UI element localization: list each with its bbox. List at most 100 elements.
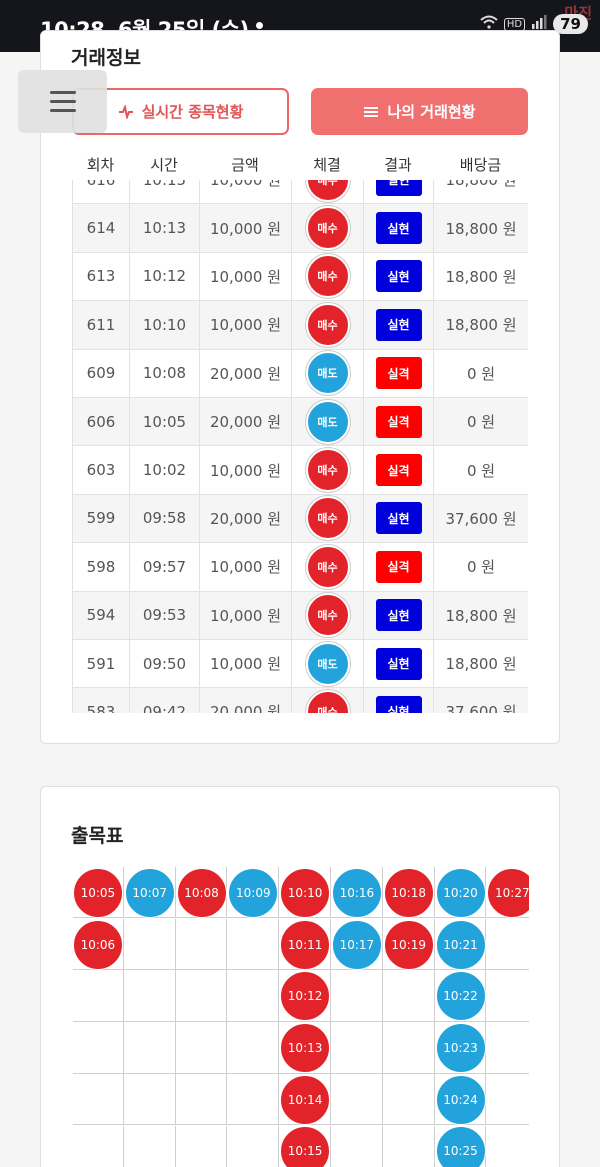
outcome-board-title: 출목표 (71, 825, 124, 847)
result-badge: 실격 (375, 357, 422, 390)
grid-cell (123, 1073, 176, 1126)
trade-info-title: 거래정보 (71, 47, 141, 69)
grid-cell (175, 1073, 228, 1126)
grid-cell (227, 1125, 280, 1167)
header-result: 결과 (384, 156, 412, 174)
amount-cell: 10,000 원 (209, 558, 282, 577)
result-badge: 실현 (375, 647, 422, 680)
trade-badge: 매도 (305, 641, 350, 686)
hamburger-menu-button[interactable] (18, 70, 107, 133)
payout-cell: 18,800 원 (445, 180, 517, 190)
outcome-dot: 10:12 (280, 971, 331, 1022)
payout-cell: 37,600 원 (445, 509, 517, 528)
round-cell: 614 (86, 219, 116, 238)
amount-cell: 10,000 원 (209, 655, 282, 674)
outcome-dot: 10:17 (331, 919, 382, 970)
grid-cell (331, 1022, 383, 1074)
table-row: 609 10:08 20,000 원 매도 실격 0 원 (73, 349, 528, 398)
header-payout: 배당금 (459, 156, 502, 174)
grid-cell (175, 1022, 228, 1074)
tab-mine-label: 나의 거래현황 (387, 103, 476, 121)
outcome-dot: 10:24 (435, 1074, 486, 1125)
grid-cell (486, 1022, 529, 1074)
round-cell: 598 (86, 557, 116, 576)
table-row: 594 09:53 10,000 원 매수 실현 18,800 원 (73, 591, 528, 640)
tab-my-trades[interactable]: 나의 거래현황 (311, 88, 528, 135)
result-badge: 실격 (375, 550, 422, 583)
table-row: 611 10:10 10,000 원 매수 실현 18,800 원 (73, 301, 528, 350)
table-row: 603 10:02 10,000 원 매수 실격 0 원 (73, 446, 528, 495)
header-trade: 체결 (313, 156, 341, 174)
outcome-dot: 10:18 (383, 867, 434, 918)
time-cell: 10:10 (142, 315, 187, 334)
outcome-dot: 10:11 (280, 919, 331, 970)
list-icon (364, 106, 379, 117)
round-cell: 606 (86, 412, 116, 431)
table-row: 613 10:12 10,000 원 매수 실현 18,800 원 (73, 252, 528, 302)
grid-cell (382, 1022, 435, 1074)
payout-cell: 0 원 (466, 558, 496, 577)
payout-cell: 18,800 원 (445, 267, 517, 286)
grid-cell (124, 1125, 176, 1167)
grid-cell (176, 1125, 228, 1167)
round-cell: 594 (86, 606, 116, 625)
round-cell: 603 (86, 461, 116, 480)
result-badge: 실격 (375, 405, 422, 438)
header-round: 회차 (86, 156, 115, 174)
grid-cell (123, 1022, 176, 1074)
grid-cell (227, 918, 280, 971)
time-cell: 10:05 (142, 412, 187, 431)
hd-badge: HD (503, 17, 526, 31)
amount-cell: 10,000 원 (209, 606, 282, 625)
grid-cell (175, 970, 228, 1023)
grid-cell (383, 1125, 435, 1167)
result-badge: 실현 (375, 180, 422, 196)
outcome-dot: 10:27 (487, 867, 529, 918)
grid-cell (123, 970, 176, 1023)
grid-cell (331, 1073, 383, 1126)
pulse-icon (118, 104, 133, 119)
trade-table-header: 회차 시간 금액 체결 결과 배당금 (72, 150, 528, 180)
grid-cell (382, 970, 435, 1023)
time-cell: 10:15 (143, 180, 186, 189)
table-row: 599 09:58 20,000 원 매수 실현 37,600 원 (73, 494, 528, 544)
time-cell: 10:08 (142, 364, 187, 383)
outcome-dot: 10:21 (435, 919, 486, 970)
time-cell: 09:42 (142, 702, 187, 713)
trade-badge: 매수 (305, 180, 350, 202)
trade-table-scroll[interactable]: 61610:1510,000 원매수실현18,800 원61410:1310,0… (72, 180, 528, 713)
trade-table-body: 61610:1510,000 원매수실현18,800 원61410:1310,0… (73, 180, 528, 713)
payout-cell: 18,800 원 (445, 606, 517, 625)
time-cell: 10:12 (142, 267, 187, 286)
time-cell: 09:58 (142, 509, 187, 528)
result-badge: 실현 (375, 260, 422, 293)
round-cell: 611 (86, 315, 116, 334)
notification-dot-icon (256, 22, 263, 29)
outcome-dot: 10:23 (435, 1022, 486, 1073)
trade-badge: 매수 (305, 689, 350, 713)
table-row: 583 09:42 20,000 원 매수 실현 37,600 원 (73, 688, 528, 713)
grid-cell (175, 918, 228, 971)
round-cell: 609 (86, 364, 116, 383)
round-cell: 616 (87, 180, 116, 189)
grid-cell (227, 970, 280, 1023)
grid-cell (486, 970, 529, 1023)
table-row: 591 09:50 10,000 원 매도 실현 18,800 원 (73, 639, 528, 689)
time-cell: 09:53 (142, 606, 187, 625)
amount-cell: 20,000 원 (209, 509, 282, 528)
trade-badge: 매수 (305, 302, 350, 347)
result-badge: 실현 (375, 212, 422, 245)
round-cell: 583 (86, 702, 116, 713)
menu-line-icon (49, 109, 76, 112)
amount-cell: 10,000 원 (209, 267, 282, 286)
payout-cell: 0 원 (466, 413, 496, 432)
tab-live-label: 실시간 종목현황 (141, 103, 244, 121)
grid-cell (486, 919, 529, 971)
outcome-dot: 10:16 (331, 867, 382, 918)
time-cell: 10:13 (142, 219, 187, 238)
outcome-dot: 10:15 (280, 1126, 331, 1167)
grid-cell (486, 1074, 529, 1126)
round-cell: 599 (86, 509, 116, 528)
payout-cell: 18,800 원 (445, 316, 517, 335)
payout-cell: 18,800 원 (445, 219, 517, 238)
